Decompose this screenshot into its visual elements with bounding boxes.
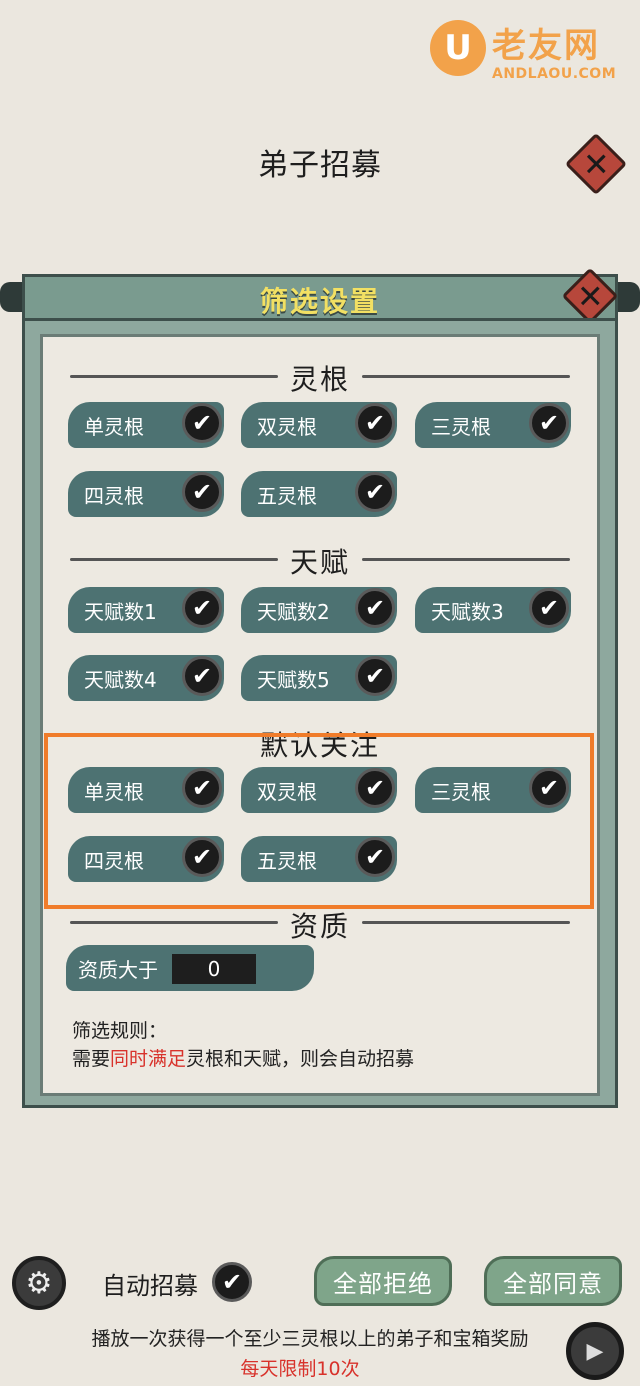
ad-reward-text: 播放一次获得一个至少三灵根以上的弟子和宝箱奖励 <box>91 1328 529 1350</box>
chip-label: 天赋数5 <box>257 667 330 692</box>
check-icon: ✔ <box>355 656 395 696</box>
check-icon: ✔ <box>355 472 395 512</box>
accept-all-button[interactable]: 全部同意 <box>484 1256 622 1306</box>
rules-highlight: 同时满足 <box>110 1048 187 1070</box>
rules-text: 需要同时满足灵根和天赋，则会自动招募 <box>72 1044 414 1071</box>
rules-suffix: 灵根和天赋，则会自动招募 <box>186 1048 415 1070</box>
chip-label: 双灵根 <box>257 414 317 439</box>
check-icon: ✔ <box>355 403 395 443</box>
chip-label: 天赋数3 <box>431 599 504 624</box>
chip-label: 天赋数4 <box>84 667 157 692</box>
filter-chip-linggen-3[interactable]: 三灵根 ✔ <box>415 402 571 448</box>
close-icon: ✕ <box>582 145 610 183</box>
filter-chip-tianfu-2[interactable]: 天赋数2 ✔ <box>241 587 397 633</box>
panel-title: 筛选设置 <box>259 285 380 318</box>
auto-recruit-checkbox[interactable]: ✔ <box>212 1262 252 1302</box>
filter-chip-tianfu-3[interactable]: 天赋数3 ✔ <box>415 587 571 633</box>
filter-chip-linggen-2[interactable]: 双灵根 ✔ <box>241 402 397 448</box>
chip-label: 四灵根 <box>84 483 144 508</box>
page-title: 弟子招募 <box>258 148 382 183</box>
watermark-title: 老友网 <box>492 26 600 66</box>
filter-chip-tianfu-4[interactable]: 天赋数4 ✔ <box>68 655 224 701</box>
daily-limit-text: 每天限制10次 <box>240 1358 360 1380</box>
quality-label: 资质大于 <box>78 957 158 982</box>
check-icon: ✔ <box>529 588 569 628</box>
section-title-linggen: 灵根 <box>289 363 350 396</box>
chip-label: 三灵根 <box>431 414 491 439</box>
chip-label: 单灵根 <box>84 414 144 439</box>
highlight-box <box>44 733 594 909</box>
play-icon: ▶ <box>586 1338 604 1364</box>
section-title-quality: 资质 <box>289 910 350 943</box>
check-icon: ✔ <box>182 656 222 696</box>
watermark-subtitle: ANDLAOU.COM <box>492 66 617 82</box>
check-icon: ✔ <box>182 588 222 628</box>
filter-chip-linggen-4[interactable]: 四灵根 ✔ <box>68 471 224 517</box>
chip-label: 五灵根 <box>257 483 317 508</box>
close-icon: ✕ <box>576 277 604 315</box>
watermark-logo: U 老友网 ANDLAOU.COM <box>430 18 630 88</box>
quality-input[interactable]: 0 <box>172 954 256 984</box>
gear-icon: ⚙ <box>25 1265 53 1301</box>
check-icon: ✔ <box>182 472 222 512</box>
filter-chip-tianfu-5[interactable]: 天赋数5 ✔ <box>241 655 397 701</box>
auto-recruit-label: 自动招募 <box>102 1272 198 1300</box>
play-ad-button[interactable]: ▶ <box>566 1322 624 1380</box>
chip-label: 天赋数1 <box>84 599 157 624</box>
watermark-icon: U <box>430 20 486 76</box>
rules-prefix: 需要 <box>72 1048 111 1070</box>
rules-label: 筛选规则： <box>72 1020 168 1042</box>
settings-button[interactable]: ⚙ <box>12 1256 66 1310</box>
filter-chip-linggen-5[interactable]: 五灵根 ✔ <box>241 471 397 517</box>
filter-chip-tianfu-1[interactable]: 天赋数1 ✔ <box>68 587 224 633</box>
section-title-tianfu: 天赋 <box>289 546 350 579</box>
chip-label: 天赋数2 <box>257 599 330 624</box>
reject-all-button[interactable]: 全部拒绝 <box>314 1256 452 1306</box>
check-icon: ✔ <box>182 403 222 443</box>
check-icon: ✔ <box>529 403 569 443</box>
filter-chip-linggen-1[interactable]: 单灵根 ✔ <box>68 402 224 448</box>
check-icon: ✔ <box>355 588 395 628</box>
